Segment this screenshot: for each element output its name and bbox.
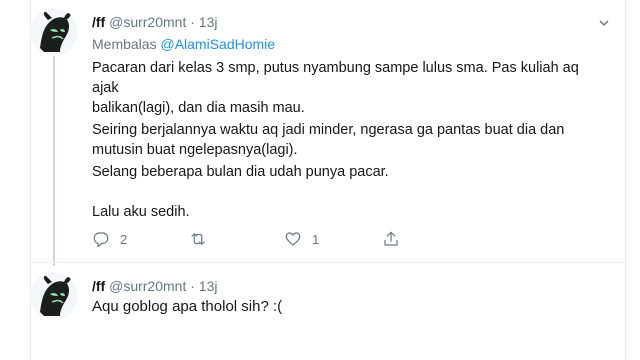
tweet-text-paragraph: Pacaran dari kelas 3 smp, putus nyambung… [92,60,579,116]
reply-context: Membalas @AlamiSadHomie [92,36,275,52]
thread-connector-line [53,56,55,266]
avatar[interactable] [30,8,78,56]
tweet-text-paragraph: Selang beberapa bulan dia udah punya pac… [92,164,389,180]
separator: · [190,14,195,30]
reply-prefix: Membalas [92,36,157,52]
reply-count: 2 [120,231,128,247]
tweet-header: /ff @surr20mnt · 13j [92,14,217,30]
retweet-icon [191,233,205,245]
timestamp[interactable]: 13j [199,278,218,294]
reply-mention-link[interactable]: @AlamiSadHomie [160,36,275,52]
display-name[interactable]: /ff [92,278,105,294]
avatar-image [30,8,78,56]
share-icon [384,231,398,246]
reply-button[interactable]: 2 [92,230,127,248]
divider [30,262,626,263]
avatar[interactable] [30,272,78,320]
tweet-text-paragraph: Lalu aku sedih. [92,204,190,220]
like-button[interactable]: 1 [284,230,319,248]
heart-icon [285,232,301,246]
avatar-image [30,272,78,320]
reply-icon [93,232,109,248]
tweet-text-paragraph: Seiring berjalannya waktu aq jadi minder… [92,122,565,158]
tweet-text: Aqu goblog apa tholol sih? :( [92,298,283,315]
tweet-header: /ff @surr20mnt · 13j [92,278,217,294]
tweet-actions: 2 1 [92,230,512,250]
handle[interactable]: @surr20mnt [109,278,186,294]
separator: · [190,278,195,294]
like-count: 1 [312,231,320,247]
chevron-down-icon[interactable] [598,16,610,28]
timestamp[interactable]: 13j [199,14,218,30]
share-button[interactable] [382,230,400,248]
retweet-button[interactable] [189,230,217,248]
handle[interactable]: @surr20mnt [109,14,186,30]
display-name[interactable]: /ff [92,14,105,30]
